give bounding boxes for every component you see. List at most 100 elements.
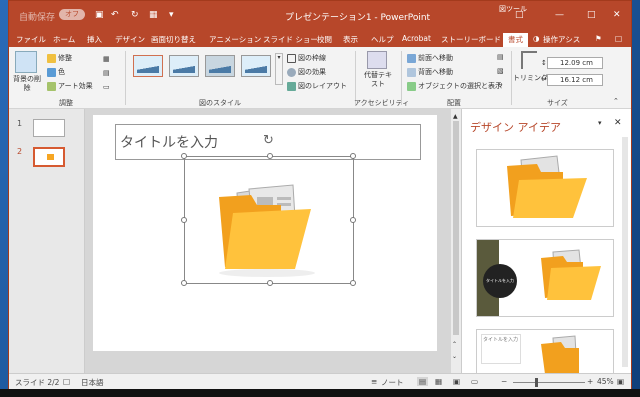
- scroll-thumb[interactable]: [453, 121, 459, 335]
- maximize-icon[interactable]: □: [587, 10, 596, 20]
- autosave-toggle[interactable]: オフ: [59, 9, 85, 20]
- send-backward-button[interactable]: 背面へ移動: [407, 67, 453, 77]
- styles-more-icon[interactable]: ▾: [275, 53, 283, 85]
- save-icon[interactable]: ▣: [95, 10, 104, 20]
- picture-layout-button[interactable]: 図のレイアウト: [287, 81, 347, 91]
- bring-forward-button[interactable]: 前面へ移動: [407, 53, 453, 63]
- resize-handle[interactable]: [267, 153, 273, 159]
- pane-options-icon[interactable]: ▾: [598, 119, 602, 127]
- resize-handle[interactable]: [350, 280, 356, 286]
- zoom-in-icon[interactable]: +: [587, 377, 593, 386]
- scroll-up-icon[interactable]: ▲: [453, 113, 458, 120]
- tab-design[interactable]: デザイン: [115, 34, 145, 45]
- tab-acrobat[interactable]: Acrobat: [402, 34, 431, 43]
- compress-icon[interactable]: ▦: [103, 55, 110, 63]
- comments-icon[interactable]: □: [615, 34, 622, 43]
- slide-thumbnail-1[interactable]: [33, 119, 65, 137]
- slide-editor: タイトルを入力 ↻: [85, 109, 451, 373]
- language-indicator[interactable]: 日本語: [81, 377, 104, 388]
- picture-style-2[interactable]: [169, 55, 199, 77]
- autosave-label[interactable]: 自動保存: [19, 10, 55, 23]
- share-icon[interactable]: ⚑: [595, 34, 602, 43]
- zoom-out-icon[interactable]: −: [501, 377, 507, 386]
- rotate-icon[interactable]: ↻: [497, 81, 503, 89]
- zoom-level[interactable]: 45%: [597, 377, 614, 386]
- design-idea-2[interactable]: タイトルを入力: [476, 239, 614, 317]
- group-icon[interactable]: ▧: [497, 67, 504, 75]
- present-from-start-icon[interactable]: ▦: [149, 10, 158, 20]
- tab-help[interactable]: ヘルプ: [371, 34, 394, 45]
- align-icon[interactable]: ▤: [497, 53, 504, 61]
- editor-scrollbar[interactable]: ▲ ⌃ ⌄: [451, 109, 461, 373]
- slide-canvas: タイトルを入力 ↻: [93, 115, 437, 351]
- resize-handle[interactable]: [350, 217, 356, 223]
- slideshow-view-icon[interactable]: ▭: [471, 377, 478, 386]
- reading-view-icon[interactable]: ▣: [453, 377, 460, 386]
- resize-handle[interactable]: [267, 280, 273, 286]
- picture-border-button[interactable]: 図の枠線: [287, 53, 326, 63]
- rotate-handle-icon[interactable]: ↻: [263, 133, 274, 148]
- slide-thumbnail-pane: 1 2: [9, 109, 85, 373]
- resize-handle[interactable]: [181, 217, 187, 223]
- tab-insert[interactable]: 挿入: [87, 34, 102, 45]
- prev-slide-icon[interactable]: ⌃: [452, 341, 457, 348]
- slide-sorter-icon[interactable]: ▦: [435, 377, 442, 386]
- resize-handle[interactable]: [181, 153, 187, 159]
- fit-to-window-icon[interactable]: ▣: [617, 377, 624, 386]
- thumb-number: 2: [17, 147, 23, 156]
- selection-pane-button[interactable]: オブジェクトの選択と表示: [407, 81, 502, 91]
- tab-review[interactable]: 校閲: [317, 34, 332, 45]
- close-icon[interactable]: ✕: [613, 10, 621, 20]
- design-idea-3[interactable]: タイトルを入力: [476, 329, 614, 373]
- undo-icon[interactable]: ↶: [111, 10, 119, 20]
- next-slide-icon[interactable]: ⌄: [452, 353, 457, 360]
- slide-thumbnail-2[interactable]: [33, 147, 65, 167]
- tab-view[interactable]: 表示: [343, 34, 358, 45]
- design-ideas-pane: デザイン アイデア ▾ ✕ タイトルを入力 タイトルを入力: [461, 109, 631, 373]
- design-idea-1[interactable]: [476, 149, 614, 227]
- picture-style-1[interactable]: [133, 55, 163, 77]
- minimize-icon[interactable]: —: [555, 10, 564, 20]
- normal-view-icon[interactable]: ▤: [417, 377, 429, 386]
- spellcheck-icon[interactable]: □: [63, 377, 70, 386]
- ribbon-display-icon[interactable]: □: [515, 10, 524, 20]
- idea-title-circle: タイトルを入力: [483, 264, 517, 298]
- collapse-ribbon-icon[interactable]: ⌃: [613, 97, 619, 105]
- picture-style-3[interactable]: [205, 55, 235, 77]
- zoom-slider-thumb[interactable]: [535, 378, 538, 387]
- picture-effects-button[interactable]: 図の効果: [287, 67, 326, 77]
- alt-text-button[interactable]: 代替テキスト: [361, 71, 395, 89]
- tab-storyboard[interactable]: ストーリーボード: [441, 34, 501, 45]
- reset-picture-icon[interactable]: ▭: [103, 83, 110, 91]
- send-backward-icon: [407, 67, 416, 77]
- pane-scrollbar[interactable]: [622, 137, 628, 367]
- remove-background-button[interactable]: 背景の削除: [13, 75, 41, 93]
- window-title: プレゼンテーション1 - PowerPoint: [285, 13, 431, 23]
- corrections-button[interactable]: 修整: [47, 53, 72, 63]
- tell-me-input[interactable]: 操作アシス: [543, 34, 580, 45]
- color-button[interactable]: 色: [47, 67, 65, 77]
- redo-icon[interactable]: ↻: [131, 10, 139, 20]
- resize-handle[interactable]: [350, 153, 356, 159]
- remove-background-icon[interactable]: [15, 51, 37, 73]
- tab-home[interactable]: ホーム: [53, 34, 75, 45]
- width-field[interactable]: 16.12 cm: [547, 74, 603, 86]
- bring-forward-icon: [407, 53, 416, 63]
- tab-transitions[interactable]: 画面切り替え: [151, 34, 196, 45]
- notes-button[interactable]: ノート: [381, 377, 404, 388]
- picture-style-4[interactable]: [241, 55, 271, 77]
- picture-selection[interactable]: [181, 153, 356, 286]
- divider: [511, 51, 512, 105]
- lightbulb-icon: ◑: [533, 34, 540, 43]
- height-field[interactable]: 12.09 cm: [547, 57, 603, 69]
- tab-file[interactable]: ファイル: [16, 34, 46, 45]
- customize-toolbar-icon[interactable]: ▾: [169, 10, 174, 20]
- zoom-slider[interactable]: [513, 378, 585, 387]
- artistic-effects-button[interactable]: アート効果: [47, 81, 93, 91]
- resize-handle[interactable]: [181, 280, 187, 286]
- change-picture-icon[interactable]: ▤: [103, 69, 110, 77]
- tab-slideshow[interactable]: スライド ショー: [263, 34, 318, 45]
- tab-animations[interactable]: アニメーション: [209, 34, 261, 45]
- tab-format[interactable]: 書式: [503, 33, 528, 47]
- pane-close-icon[interactable]: ✕: [614, 118, 622, 128]
